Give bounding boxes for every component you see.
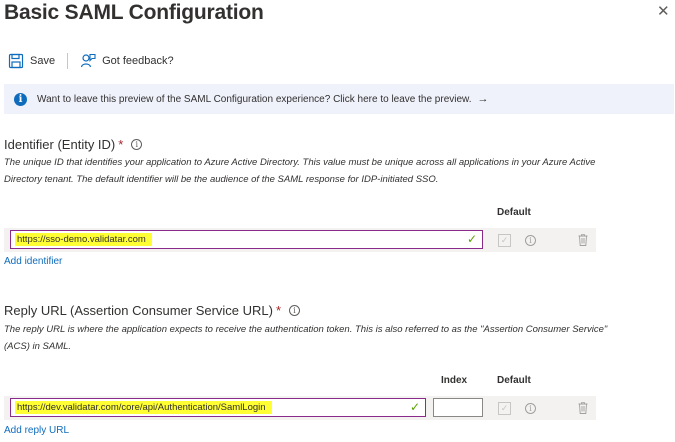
reply-url-label: Reply URL (Assertion Consumer Service UR… (4, 303, 273, 318)
toolbar: Save Got feedback? (8, 51, 174, 71)
page-title: Basic SAML Configuration (4, 1, 264, 24)
identifier-default-header: Default (497, 207, 531, 218)
info-icon: i (14, 92, 27, 106)
save-button[interactable]: Save (8, 53, 55, 69)
reply-url-default-info-icon[interactable]: i (525, 403, 536, 414)
reply-url-index-header: Index (441, 375, 468, 386)
feedback-button[interactable]: Got feedback? (80, 53, 174, 69)
identifier-delete-icon[interactable] (578, 234, 588, 246)
reply-url-label-row: Reply URL (Assertion Consumer Service UR… (4, 303, 301, 318)
reply-url-value: https://dev.validatar.com/core/api/Authe… (15, 401, 272, 414)
reply-url-default-checkbox[interactable]: ✓ (498, 402, 511, 415)
valid-check-icon: ✓ (466, 232, 477, 246)
close-icon[interactable]: ✕ (657, 4, 670, 19)
valid-check-icon: ✓ (409, 400, 420, 414)
identifier-default-info-icon[interactable]: i (525, 235, 536, 246)
identifier-info-icon[interactable]: i (131, 139, 143, 150)
reply-url-default-header: Default (497, 375, 531, 386)
add-reply-url-link[interactable]: Add reply URL (4, 425, 69, 436)
feedback-icon (80, 53, 96, 68)
identifier-default-checkbox[interactable]: ✓ (498, 234, 511, 247)
identifier-label: Identifier (Entity ID) (4, 137, 116, 152)
identifier-label-row: Identifier (Entity ID) * i (4, 137, 143, 152)
save-label: Save (30, 55, 56, 67)
identifier-input[interactable]: https://sso-demo.validatar.com ✓ (10, 230, 483, 249)
toolbar-divider (67, 53, 69, 69)
required-mark: * (118, 137, 124, 152)
add-identifier-link[interactable]: Add identifier (4, 256, 62, 267)
feedback-label: Got feedback? (102, 55, 174, 67)
arrow-right-icon: → (477, 93, 489, 105)
save-icon (8, 53, 24, 69)
identifier-description: The unique ID that identifies your appli… (4, 157, 596, 185)
reply-url-index-input[interactable] (433, 398, 483, 417)
reply-url-delete-icon[interactable] (578, 402, 588, 414)
reply-url-input[interactable]: https://dev.validatar.com/core/api/Authe… (10, 398, 426, 417)
required-mark: * (276, 303, 282, 318)
banner-text: Want to leave this preview of the SAML C… (37, 93, 472, 105)
reply-url-description: The reply URL is where the application e… (4, 324, 608, 352)
identifier-value: https://sso-demo.validatar.com (15, 233, 152, 246)
leave-preview-banner[interactable]: i Want to leave this preview of the SAML… (4, 84, 674, 114)
reply-url-info-icon[interactable]: i (289, 305, 301, 316)
